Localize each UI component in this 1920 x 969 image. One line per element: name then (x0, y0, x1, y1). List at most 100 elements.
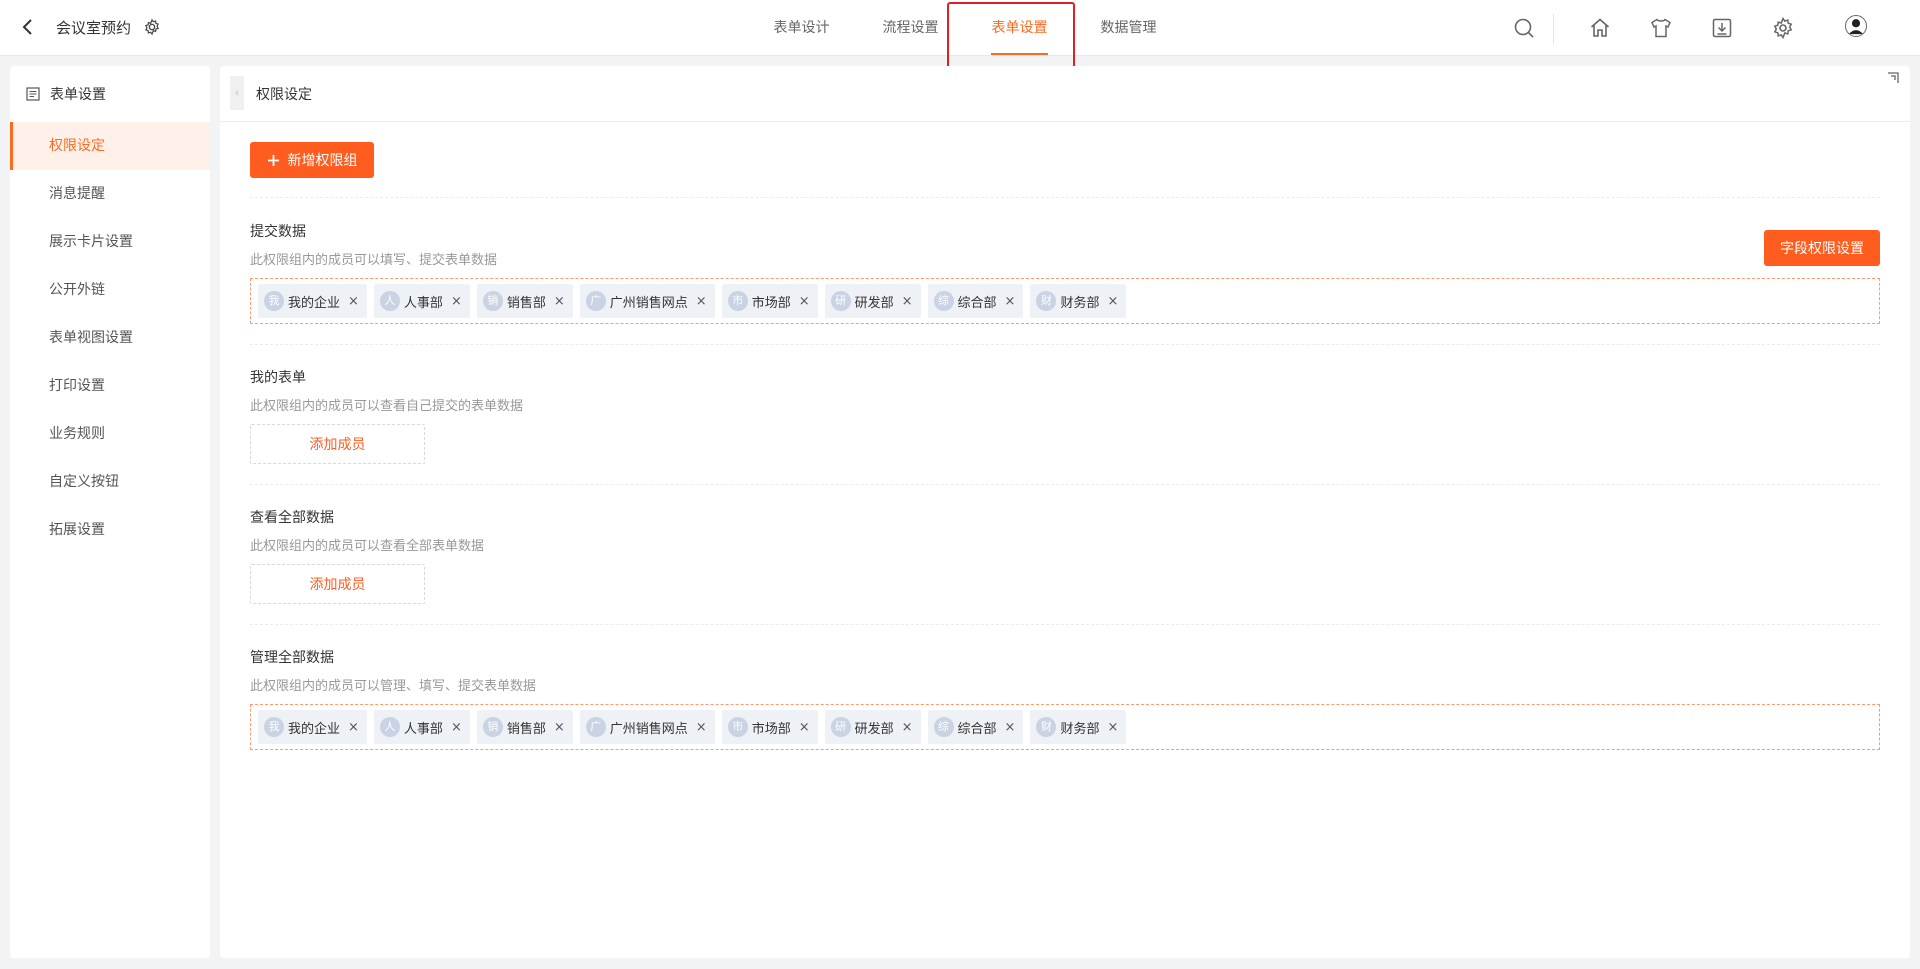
member-name: 研发部 (854, 721, 894, 737)
member-avatar: 销 (482, 717, 503, 737)
member-name: 财务部 (1060, 721, 1100, 737)
member-avatar: 广 (585, 291, 606, 311)
sidebar-item-extensions[interactable]: 拓展设置 (10, 506, 210, 554)
member-chip: 我我的企业 × (258, 284, 367, 318)
field-permission-button[interactable]: 字段权限设置 (1764, 230, 1880, 266)
close-icon[interactable]: × (799, 720, 810, 735)
tab-form-settings[interactable]: 表单设置 (965, 0, 1074, 56)
close-icon[interactable]: × (348, 294, 359, 309)
member-name: 人事部 (403, 721, 443, 737)
tshirt-icon[interactable] (1649, 16, 1673, 40)
close-icon[interactable]: × (902, 294, 913, 309)
sidebar: 表单设置 权限设定 消息提醒 展示卡片设置 公开外链 表单视图设置 打印设置 业… (10, 66, 210, 958)
section-divider (250, 344, 1880, 345)
member-avatar: 市 (727, 291, 748, 311)
close-icon[interactable]: × (554, 720, 565, 735)
sidebar-item-business-rules[interactable]: 业务规则 (10, 410, 210, 458)
member-avatar: 财 (1036, 291, 1057, 311)
top-tabs: 表单设计 流程设置 表单设置 数据管理 (747, 0, 1183, 56)
section-divider (250, 484, 1880, 485)
member-chip: 财财务部 × (1030, 284, 1127, 318)
add-permission-group-button[interactable]: 新增权限组 (250, 142, 374, 178)
section-title-view-all: 查看全部数据 (250, 510, 334, 526)
member-name: 广州销售网点 (609, 721, 688, 737)
sidebar-item-permissions[interactable]: 权限设定 (10, 122, 210, 170)
tab-form-design[interactable]: 表单设计 (747, 0, 856, 56)
member-name: 研发部 (854, 295, 894, 311)
sidebar-item-view-settings[interactable]: 表单视图设置 (10, 314, 210, 362)
member-name: 市场部 (751, 295, 791, 311)
member-name: 综合部 (957, 295, 997, 311)
collapse-sidebar-button[interactable]: ‹ (230, 76, 244, 110)
header-divider (1553, 14, 1554, 44)
tab-process-settings[interactable]: 流程设置 (856, 0, 965, 56)
section-desc-view-all: 此权限组内的成员可以查看全部表单数据 (250, 539, 485, 554)
back-arrow-icon[interactable] (18, 15, 38, 39)
sidebar-header: 表单设置 (10, 66, 210, 122)
member-name: 综合部 (957, 721, 997, 737)
member-name: 财务部 (1060, 295, 1100, 311)
close-icon[interactable]: × (451, 720, 462, 735)
close-icon[interactable]: × (902, 720, 913, 735)
main-panel: ‹ 权限设定 新增权限组 提交数据 此权限组内的成员可以填写、提交表单数据 字段… (220, 66, 1910, 958)
member-avatar: 人 (379, 291, 400, 311)
gear-icon[interactable] (143, 18, 161, 36)
member-chip: 广广州销售网点 × (579, 284, 715, 318)
add-permission-group-label: 新增权限组 (287, 153, 358, 169)
member-avatar: 市 (727, 717, 748, 737)
download-icon[interactable] (1710, 16, 1734, 40)
sidebar-item-custom-buttons[interactable]: 自定义按钮 (10, 458, 210, 506)
expand-corner-icon[interactable] (1886, 71, 1900, 85)
member-avatar: 研 (830, 717, 851, 737)
close-icon[interactable]: × (554, 294, 565, 309)
member-box-manage[interactable]: 我我的企业 × 人人事部 × 销销售部 × 广广州销售网点 × 市市场部 × 研研发部 × … (250, 704, 1880, 750)
close-icon[interactable]: × (451, 294, 462, 309)
close-icon[interactable]: × (696, 720, 707, 735)
member-chip: 销销售部 × (476, 710, 573, 744)
member-avatar: 综 (933, 291, 954, 311)
app-title: 会议室预约 (56, 19, 132, 37)
close-icon[interactable]: × (1005, 720, 1016, 735)
member-chip: 研研发部 × (824, 710, 921, 744)
close-icon[interactable]: × (799, 294, 810, 309)
member-chip: 财财务部 × (1030, 710, 1127, 744)
sidebar-item-public-link[interactable]: 公开外链 (10, 266, 210, 314)
member-avatar: 研 (830, 291, 851, 311)
user-avatar[interactable] (1845, 15, 1867, 37)
member-name: 广州销售网点 (609, 295, 688, 311)
member-chip: 人人事部 × (373, 710, 470, 744)
add-member-button[interactable]: 添加成员 (250, 424, 425, 464)
member-avatar: 销 (482, 291, 503, 311)
close-icon[interactable]: × (1005, 294, 1016, 309)
settings-icon[interactable] (1771, 16, 1795, 40)
section-divider (250, 624, 1880, 625)
sidebar-item-print-settings[interactable]: 打印设置 (10, 362, 210, 410)
close-icon[interactable]: × (1107, 294, 1118, 309)
sidebar-item-notifications[interactable]: 消息提醒 (10, 170, 210, 218)
top-header: 会议室预约 表单设计 流程设置 表单设置 数据管理 (0, 0, 1920, 74)
section-divider (250, 197, 1880, 198)
section-title-submit: 提交数据 (250, 224, 306, 240)
member-box-submit[interactable]: 我我的企业 × 人人事部 × 销销售部 × 广广州销售网点 × 市市场部 × 研研发部 × … (250, 278, 1880, 324)
sidebar-item-card-display[interactable]: 展示卡片设置 (10, 218, 210, 266)
member-avatar: 财 (1036, 717, 1057, 737)
member-chip: 市市场部 × (721, 710, 818, 744)
member-chip: 人人事部 × (373, 284, 470, 318)
close-icon[interactable]: × (696, 294, 707, 309)
member-name: 我的企业 (288, 721, 341, 737)
member-name: 我的企业 (288, 295, 341, 311)
tab-data-management[interactable]: 数据管理 (1074, 0, 1183, 56)
close-icon[interactable]: × (348, 720, 359, 735)
member-name: 人事部 (403, 295, 443, 311)
member-chip: 研研发部 × (824, 284, 921, 318)
close-icon[interactable]: × (1107, 720, 1118, 735)
section-title-manage-all: 管理全部数据 (250, 650, 334, 666)
member-chip: 我我的企业 × (258, 710, 367, 744)
search-icon[interactable] (1512, 16, 1536, 40)
member-avatar: 我 (264, 291, 284, 311)
member-avatar: 综 (933, 717, 954, 737)
section-title-my-forms: 我的表单 (250, 370, 306, 386)
add-member-button[interactable]: 添加成员 (250, 564, 425, 604)
member-avatar: 人 (379, 717, 400, 737)
home-icon[interactable] (1588, 16, 1612, 40)
